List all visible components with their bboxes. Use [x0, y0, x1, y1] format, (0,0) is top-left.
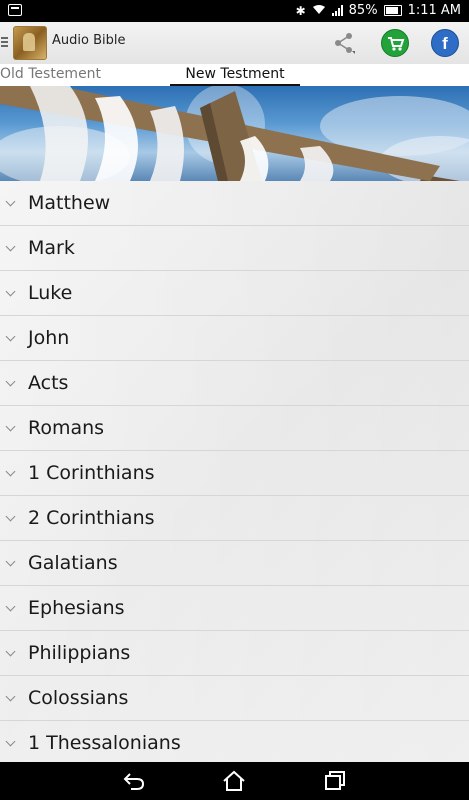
book-item[interactable]: 1 Corinthians [0, 451, 469, 496]
recent-apps-icon[interactable] [323, 770, 347, 792]
book-list: Matthew Mark Luke John Acts Romans 1 Corinthia… [0, 181, 469, 762]
chevron-down-icon [5, 556, 16, 567]
book-label: 2 Corinthians [28, 507, 155, 529]
book-item[interactable]: Matthew [0, 181, 469, 226]
book-label: John [28, 327, 70, 349]
bluetooth-icon: ✱ [295, 3, 306, 18]
book-label: Acts [28, 372, 69, 394]
book-item[interactable]: Mark [0, 226, 469, 271]
book-label: Matthew [28, 192, 111, 214]
chevron-down-icon [5, 196, 16, 207]
chevron-down-icon [5, 691, 16, 702]
book-label: Romans [28, 417, 105, 439]
facebook-icon[interactable]: f [431, 29, 459, 57]
book-label: Luke [28, 282, 73, 304]
tab-old-testament[interactable]: Old Testement [0, 66, 101, 82]
book-label: 1 Corinthians [28, 462, 155, 484]
share-icon[interactable] [333, 32, 355, 54]
cross-banner-image [0, 86, 469, 181]
wifi-icon [312, 4, 326, 18]
battery-percent: 85% [348, 3, 378, 18]
screenshot-icon [8, 4, 22, 16]
battery-icon [383, 5, 402, 16]
app-logo[interactable] [13, 26, 47, 60]
tab-new-testament[interactable]: New Testment [170, 66, 300, 86]
chevron-down-icon [5, 331, 16, 342]
signal-icon [331, 5, 343, 16]
book-item[interactable]: 2 Corinthians [0, 496, 469, 541]
book-label: Colossians [28, 687, 129, 709]
shopping-cart-icon[interactable] [381, 29, 409, 57]
book-item[interactable]: Philippians [0, 631, 469, 676]
chevron-down-icon [5, 466, 16, 477]
chevron-down-icon [5, 646, 16, 657]
chevron-down-icon [5, 736, 16, 747]
status-bar: ✱ 85% 1:11 AM [0, 0, 469, 22]
book-label: 1 Thessalonians [28, 732, 181, 754]
book-label: Mark [28, 237, 75, 259]
book-item[interactable]: Romans [0, 406, 469, 451]
book-item[interactable]: 1 Thessalonians [0, 721, 469, 762]
chevron-down-icon [5, 286, 16, 297]
chevron-down-icon [5, 376, 16, 387]
book-item[interactable]: Colossians [0, 676, 469, 721]
chevron-down-icon [5, 511, 16, 522]
book-label: Philippians [28, 642, 131, 664]
book-label: Galatians [28, 552, 118, 574]
back-icon[interactable] [122, 770, 146, 792]
chevron-down-icon [5, 421, 16, 432]
book-item[interactable]: Acts [0, 361, 469, 406]
app-bar: Audio Bible f [0, 22, 469, 65]
tab-bar: Old Testement New Testment [0, 64, 469, 86]
clock: 1:11 AM [407, 3, 461, 18]
chevron-down-icon [5, 241, 16, 252]
chevron-down-icon [5, 601, 16, 612]
book-item[interactable]: Luke [0, 271, 469, 316]
home-icon[interactable] [222, 770, 246, 792]
book-item[interactable]: John [0, 316, 469, 361]
book-item[interactable]: Galatians [0, 541, 469, 586]
book-label: Ephesians [28, 597, 125, 619]
book-item[interactable]: Ephesians [0, 586, 469, 631]
app-title: Audio Bible [52, 33, 126, 48]
navigation-bar [0, 762, 469, 800]
menu-icon[interactable] [1, 37, 8, 49]
